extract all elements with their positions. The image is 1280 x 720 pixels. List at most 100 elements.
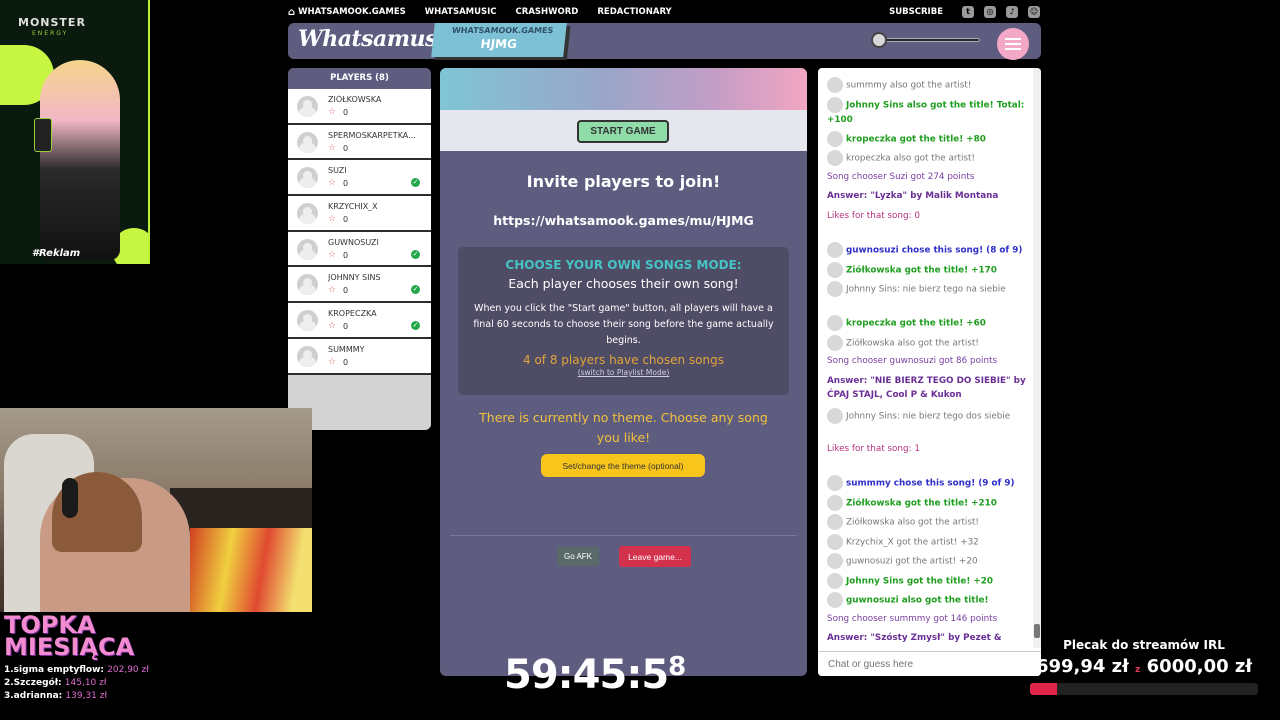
player-row[interactable]: GUWNOSUZI ☆ 0 ✓ (288, 231, 431, 268)
discord-icon[interactable]: ☺ (1028, 6, 1040, 18)
chat-panel: summmy also got the artist! Johnny Sins a… (818, 68, 1041, 676)
chat-message-text: Answer: "NIE BIERZ TEGO DO SIEBIE" by ĆP… (827, 375, 1026, 401)
ad-character-illustration (40, 60, 120, 260)
player-name: GUWNOSUZI (328, 237, 379, 247)
check-icon: ✓ (411, 285, 420, 295)
switch-playlist-link[interactable]: (switch to Playlist Mode) (458, 368, 789, 377)
webcam-feed (0, 408, 312, 612)
player-score: 0 (343, 357, 349, 367)
scrollbar-thumb[interactable] (1034, 624, 1040, 638)
room-code-site: WHATSAMOOK.GAMES (451, 26, 554, 35)
chat-message: Johnny Sins: nie bierz tego na siebie (827, 281, 1027, 297)
player-name: JOHNNY SINS (328, 273, 381, 283)
chat-scrollbar[interactable] (1033, 68, 1041, 648)
donor-amount: 202,90 zł (107, 665, 149, 675)
chat-message-text: guwnosuzi got the artist! +20 (846, 556, 978, 567)
player-row[interactable]: KROPECZKA ☆ 0 ✓ (288, 303, 431, 339)
chat-avatar (827, 315, 843, 331)
player-name: KRZYCHIX_X (328, 202, 378, 212)
player-name: SUZI (328, 166, 347, 176)
chat-message-text: Krzychix_X got the artist! +32 (846, 537, 979, 547)
chat-message-text: Ziółkowska got the title! +170 (846, 265, 997, 275)
player-row[interactable]: SUMMMY ☆ 0 (288, 338, 431, 375)
chat-message: guwnosuzi chose this song! (8 of 9) (827, 242, 1027, 258)
nav-item-whatsamook[interactable]: ⌂ WHATSAMOOK.GAMES (288, 7, 406, 18)
goal-values: 699,94 zł z 6000,00 zł (1030, 656, 1258, 677)
chat-avatar (827, 407, 843, 424)
hamburger-menu-icon[interactable] (997, 28, 1029, 60)
player-row[interactable]: ZIÓŁKOWSKA ☆ 0 (288, 89, 431, 125)
chat-message-text: Likes for that song: 0 (827, 210, 920, 221)
star-icon: ☆ (328, 178, 337, 189)
chat-message-text: kropeczka also got the artist! (846, 153, 975, 164)
player-row[interactable]: JOHNNY SINS ☆ 0 ✓ (288, 267, 431, 304)
subscribe-link[interactable]: SUBSCRIBE (889, 7, 943, 17)
volume-knob[interactable] (871, 32, 888, 48)
volume-track[interactable] (876, 38, 980, 42)
chat-message: Likes for that song: 1 (827, 442, 1027, 457)
goal-title: Plecak do streamów IRL (1063, 638, 1225, 652)
twitter-icon[interactable]: t (962, 6, 974, 18)
donor-amount: 139,31 zł (65, 691, 108, 701)
go-afk-button[interactable]: Go AFK (557, 547, 599, 566)
chat-avatar (827, 281, 843, 297)
ad-hashtag: #Reklam (32, 248, 81, 259)
chat-message: kropeczka got the title! +60 (827, 315, 1027, 331)
player-list: ZIÓŁKOWSKA ☆ 0 SPERMOSKARPETKA... ☆ 0 SUZI ☆ 0 ✓ K… (288, 89, 431, 375)
chat-message: Ziółkowska also got the artist! (827, 514, 1027, 530)
donor-amount: 145,10 zł (64, 678, 107, 688)
chat-message-text: Johnny Sins: nie bierz tego dos siebie (846, 411, 1011, 421)
chat-message: Song chooser guwnosuzi got 86 points (827, 354, 1027, 369)
set-theme-button[interactable]: Set/change the theme (optional) (541, 454, 705, 477)
avatar (297, 167, 318, 189)
donor-label: 3.adrianna: (4, 691, 63, 701)
avatar (297, 96, 318, 117)
chat-message: Likes for that song: 0 (827, 209, 1027, 224)
divider (450, 535, 797, 536)
nav-item-whatsamusic[interactable]: WHATSAMUSIC (425, 7, 497, 17)
chat-message-text: Ziółkowska also got the artist! (846, 517, 979, 528)
player-score: 0 (343, 215, 349, 225)
invite-title: Invite players to join! (526, 172, 721, 191)
instagram-icon[interactable]: ◎ (984, 6, 996, 18)
invite-url[interactable]: https://whatsamook.games/mu/HJMG (440, 213, 807, 228)
check-icon: ✓ (411, 249, 420, 259)
webcam-background (170, 488, 312, 532)
leave-game-button[interactable]: Leave game... (619, 546, 691, 567)
player-row[interactable]: SUZI ☆ 0 ✓ (288, 160, 431, 197)
chat-message: Ziółkowska got the title! +170 (827, 261, 1027, 278)
nav-item-crashword[interactable]: CRASHWORD (516, 7, 579, 17)
chat-avatar (827, 96, 843, 113)
chat-message-text: Likes for that song: 1 (827, 443, 920, 454)
players-panel: PLAYERS (8) ZIÓŁKOWSKA ☆ 0 SPERMOSKARPETKA.… (288, 68, 431, 430)
nav-item-redactionary[interactable]: REDACTIONARY (597, 7, 671, 17)
chat-message: Answer: "Lyzka" by Malik Montana (827, 189, 1027, 204)
chat-message-text: Answer: "Lyzka" by Malik Montana (827, 191, 999, 201)
donor-rank: 1.sigma emptyflow: 202,90 zł (4, 664, 154, 677)
donor-list: 1.sigma emptyflow: 202,90 zł 2.Szczegół:… (4, 664, 154, 703)
chat-message-text: Song chooser guwnosuzi got 86 points (827, 356, 998, 366)
chat-message-text: Johnny Sins also got the title! Total: +… (827, 100, 1025, 125)
webcam-bed (190, 528, 312, 612)
ad-brand: MONSTER (18, 16, 86, 29)
headset-icon (62, 478, 78, 518)
avatar (297, 274, 318, 296)
donor-rank: 2.Szczegół: 145,10 zł (4, 677, 154, 690)
chat-input[interactable] (818, 651, 1041, 676)
mode-subtitle: Each player chooses their own song! (508, 276, 739, 291)
mode-box: CHOOSE YOUR OWN SONGS MODE: Each player … (458, 247, 789, 395)
avatar (297, 203, 318, 225)
player-score: 0 (343, 108, 349, 117)
player-row[interactable]: SPERMOSKARPETKA... ☆ 0 (288, 124, 431, 161)
player-row[interactable]: KRZYCHIX_X ☆ 0 (288, 196, 431, 232)
avatar (297, 238, 318, 260)
player-score: 0 (343, 250, 349, 260)
room-code-box: WHATSAMOOK.GAMES HJMG (431, 23, 567, 57)
start-game-button[interactable]: START GAME (577, 120, 669, 143)
tiktok-icon[interactable]: ♪ (1006, 6, 1018, 18)
volume-slider[interactable] (868, 32, 982, 48)
chat-message-text: Johnny Sins got the title! +20 (846, 576, 994, 586)
chat-message: Song chooser summmy got 146 points (827, 612, 1027, 627)
chat-message-text: Johnny Sins: nie bierz tego na siebie (846, 284, 1006, 295)
donation-goal: Plecak do streamów IRL 699,94 zł z 6000,… (1030, 638, 1258, 695)
